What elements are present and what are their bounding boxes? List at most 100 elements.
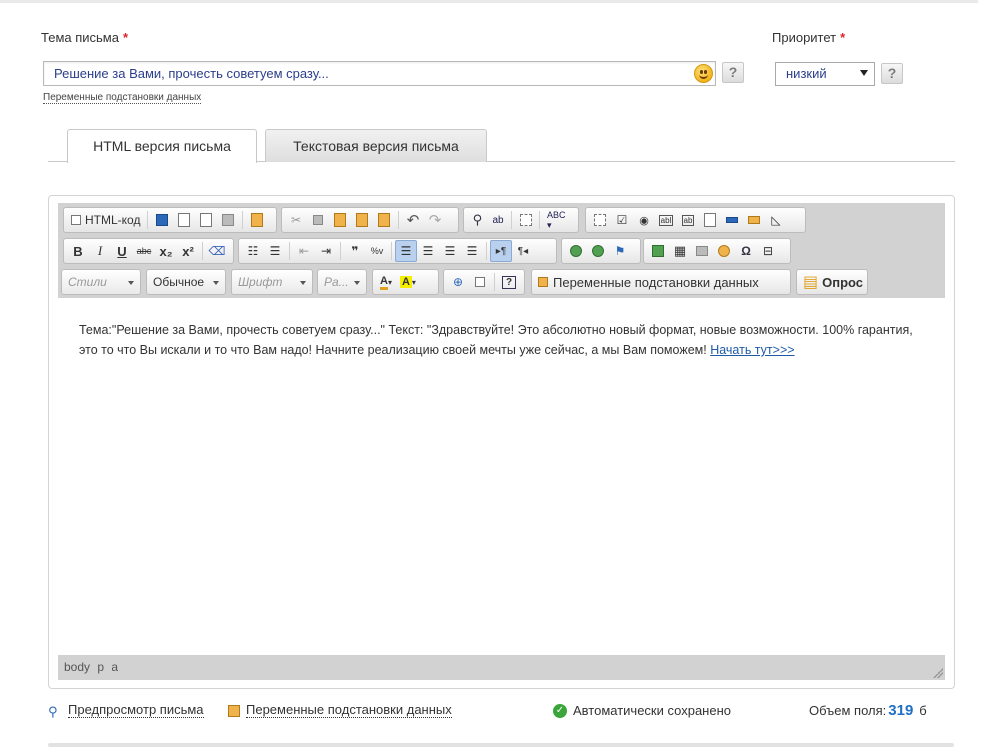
- help-icon: ?: [501, 275, 517, 289]
- editor-content[interactable]: Тема:"Решение за Вами, прочесть советуем…: [58, 298, 945, 655]
- styles-select[interactable]: Стили: [61, 269, 141, 295]
- undo-button[interactable]: ↶: [402, 209, 424, 231]
- show-blocks-button[interactable]: [469, 271, 491, 293]
- outdent-button[interactable]: ⇤: [293, 240, 315, 262]
- cut-button[interactable]: ✂: [285, 209, 307, 231]
- image-icon: [652, 245, 664, 257]
- about-button[interactable]: ?: [498, 271, 520, 293]
- ltr-icon: ▸¶: [495, 245, 507, 257]
- maximize-button[interactable]: ⊕: [447, 271, 469, 293]
- hr-button[interactable]: [691, 240, 713, 262]
- eraser-icon: ⌫: [208, 244, 226, 258]
- special-char-button[interactable]: Ω: [735, 240, 757, 262]
- anchor-button[interactable]: ⚑: [609, 240, 631, 262]
- ltr-button[interactable]: ▸¶: [490, 240, 512, 262]
- blockquote-button[interactable]: ❞: [344, 240, 366, 262]
- hidden-field-button[interactable]: ◺: [765, 209, 787, 231]
- italic-button[interactable]: I: [89, 240, 111, 262]
- preview-link[interactable]: ⚲ Предпросмотр письма: [48, 703, 204, 719]
- textarea-button[interactable]: ab: [677, 209, 699, 231]
- table-button[interactable]: ▦: [669, 240, 691, 262]
- subject-field[interactable]: [43, 61, 716, 86]
- button-field-button[interactable]: [721, 209, 743, 231]
- paste-word-button[interactable]: [373, 209, 395, 231]
- redo-button[interactable]: ↷: [424, 209, 446, 231]
- subject-input[interactable]: [44, 62, 684, 85]
- start-here-link[interactable]: Начать тут>>>: [710, 343, 794, 357]
- bg-color-button[interactable]: A ▾: [396, 271, 420, 293]
- remove-format-button[interactable]: ⌫: [206, 240, 228, 262]
- element-path: body p a: [64, 660, 119, 674]
- tab-text-version[interactable]: Текстовая версия письма: [265, 129, 487, 162]
- textfield-button[interactable]: abl: [655, 209, 677, 231]
- priority-select[interactable]: низкий: [775, 62, 875, 86]
- bullet-list-button[interactable]: ☰: [264, 240, 286, 262]
- subscript-button[interactable]: x₂: [155, 240, 177, 262]
- templates-button[interactable]: [246, 209, 268, 231]
- div-button[interactable]: %v: [366, 240, 388, 262]
- align-right-button[interactable]: ☰: [439, 240, 461, 262]
- paste-text-button[interactable]: [351, 209, 373, 231]
- pagebreak-button[interactable]: ⊟: [757, 240, 779, 262]
- align-justify-button[interactable]: ☰: [461, 240, 483, 262]
- priority-help-button[interactable]: ?: [881, 63, 903, 84]
- vars-footer-link[interactable]: Переменные подстановки данных: [228, 703, 452, 718]
- preview-button[interactable]: [195, 209, 217, 231]
- print-button[interactable]: [217, 209, 239, 231]
- hidden-field-icon: ◺: [771, 213, 781, 227]
- underline-button[interactable]: U: [111, 240, 133, 262]
- image-button-icon: [748, 216, 760, 224]
- select-field-button[interactable]: [699, 209, 721, 231]
- html-code-button[interactable]: HTML-код: [67, 209, 144, 231]
- subject-label: Тема письма *: [41, 30, 129, 45]
- find-button[interactable]: ⚲: [467, 209, 488, 231]
- copy-button[interactable]: [307, 209, 329, 231]
- format-select[interactable]: Обычное: [146, 269, 226, 295]
- text-color-button[interactable]: A ▾: [376, 271, 396, 293]
- align-left-button[interactable]: ☰: [395, 240, 417, 262]
- spellcheck-button[interactable]: ABC ▾: [543, 209, 575, 231]
- image-button-field-button[interactable]: [743, 209, 765, 231]
- size-select[interactable]: Ра...: [317, 269, 367, 295]
- replace-button[interactable]: ab: [488, 209, 509, 231]
- checkbox-button[interactable]: ☑: [611, 209, 633, 231]
- image-button[interactable]: [647, 240, 669, 262]
- align-center-button[interactable]: ☰: [417, 240, 439, 262]
- radio-button[interactable]: ◉: [633, 209, 655, 231]
- poll-button[interactable]: ▤ Опрос: [796, 269, 868, 295]
- text-color-icon: A: [380, 275, 388, 290]
- bottom-divider: [48, 743, 954, 747]
- paste-text-icon: [356, 213, 368, 227]
- strike-button[interactable]: abc: [133, 240, 155, 262]
- paste-button[interactable]: [329, 209, 351, 231]
- rtl-icon: ¶◂: [517, 245, 529, 257]
- link-button[interactable]: [565, 240, 587, 262]
- numbered-list-button[interactable]: ☷: [242, 240, 264, 262]
- subject-vars-link[interactable]: Переменные подстановки данных: [43, 92, 202, 104]
- paste-icon: [334, 213, 346, 227]
- smiley-button[interactable]: [713, 240, 735, 262]
- superscript-button[interactable]: x²: [177, 240, 199, 262]
- font-select[interactable]: Шрифт: [231, 269, 313, 295]
- show-blocks-icon: [475, 277, 485, 287]
- poll-icon: ▤: [803, 274, 819, 291]
- save-button[interactable]: [151, 209, 173, 231]
- emoji-icon[interactable]: [694, 64, 713, 83]
- resize-grip-icon[interactable]: [933, 668, 943, 678]
- field-volume: Объем поля: 319 б: [809, 702, 927, 719]
- select-all-button[interactable]: [515, 209, 536, 231]
- bold-button[interactable]: B: [67, 240, 89, 262]
- tab-html-version[interactable]: HTML версия письма: [67, 129, 257, 163]
- new-page-button[interactable]: [173, 209, 195, 231]
- vars-toolbar-button[interactable]: Переменные подстановки данных: [531, 269, 791, 295]
- toolbar-group-tools: ⊕ ?: [443, 269, 525, 295]
- checkbox-icon: ☑: [616, 213, 628, 227]
- subject-help-button[interactable]: ?: [722, 62, 744, 83]
- database-icon: [228, 704, 240, 717]
- select-field-icon: [704, 213, 716, 227]
- form-button[interactable]: [589, 209, 611, 231]
- omega-icon: Ω: [741, 244, 751, 258]
- indent-button[interactable]: ⇥: [315, 240, 337, 262]
- rtl-button[interactable]: ¶◂: [512, 240, 534, 262]
- unlink-button[interactable]: [587, 240, 609, 262]
